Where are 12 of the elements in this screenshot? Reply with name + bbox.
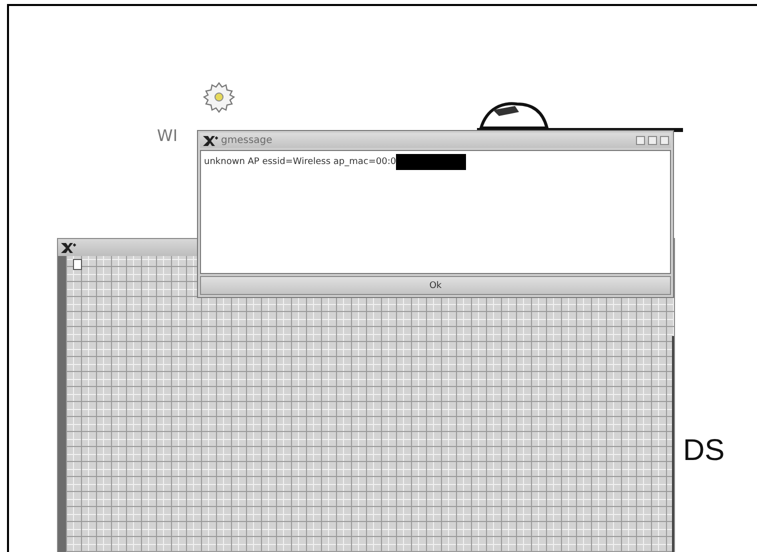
maximize-button[interactable]	[648, 136, 657, 145]
x-logo-icon	[202, 134, 218, 146]
x-logo-icon	[60, 242, 76, 254]
close-button[interactable]	[660, 136, 669, 145]
icon-label: WI	[157, 126, 178, 145]
cell-cursor	[73, 259, 82, 270]
message-text: unknown AP essid=Wireless ap_mac=00:0	[204, 157, 396, 167]
side-label: DS	[683, 434, 725, 468]
window-title: gmessage	[221, 135, 274, 146]
ok-button[interactable]: Ok	[200, 276, 671, 295]
minimize-button[interactable]	[636, 136, 645, 145]
gear-icon	[203, 81, 235, 113]
